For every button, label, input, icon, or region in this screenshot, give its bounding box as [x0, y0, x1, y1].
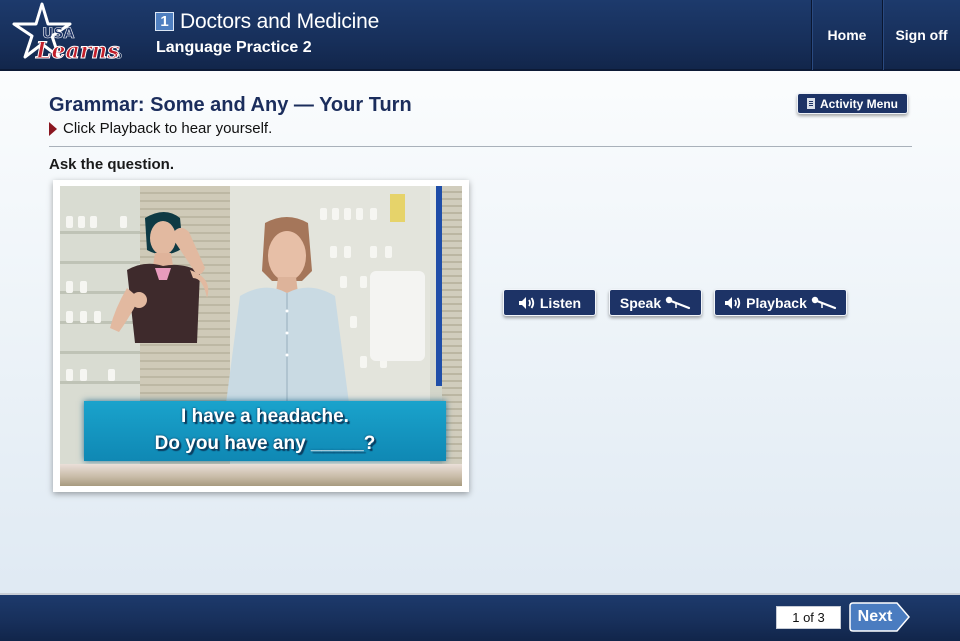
speak-label: Speak	[619, 294, 662, 311]
microphone-icon	[811, 296, 837, 310]
video-player[interactable]: I have a headache. Do you have any _____…	[60, 186, 462, 486]
sign-language-interpreter	[110, 212, 209, 343]
usa-learns-logo[interactable]: USA Learns ®	[12, 2, 132, 66]
home-label: Home	[827, 27, 867, 43]
unit-number-badge: 1	[155, 12, 174, 31]
listen-label: Listen	[539, 294, 582, 311]
play-arrow-icon	[49, 121, 57, 136]
header-bar: USA Learns ® 1 Doctors and Medicine Lang…	[0, 0, 960, 71]
activity-menu-button[interactable]: Activity Menu	[797, 93, 908, 114]
prompt-text: Ask the question.	[49, 156, 175, 173]
home-button[interactable]: Home	[811, 0, 882, 70]
instruction-text: Click Playback to hear yourself.	[63, 120, 273, 137]
pharmacy-counter	[60, 464, 462, 486]
page-indicator: 1 of 3	[776, 606, 841, 629]
divider	[49, 146, 912, 147]
playback-label: Playback	[746, 294, 807, 311]
sign-off-button[interactable]: Sign off	[882, 0, 960, 70]
svg-text:Learns: Learns	[35, 38, 120, 64]
instruction: Click Playback to hear yourself.	[49, 120, 272, 137]
unit-title: Doctors and Medicine	[180, 10, 380, 33]
menu-list-icon	[806, 98, 815, 109]
lesson-title: Language Practice 2	[156, 39, 312, 56]
speak-button[interactable]: Speak	[609, 289, 702, 316]
listen-button[interactable]: Listen	[503, 289, 596, 316]
next-button[interactable]	[849, 602, 911, 632]
caption-line-1: I have a headache.	[181, 406, 349, 427]
activity-menu-label: Activity Menu	[819, 96, 898, 111]
caption-line-2: Do you have any _____?	[154, 433, 376, 454]
svg-text:®: ®	[114, 52, 123, 62]
sign-off-label: Sign off	[895, 27, 948, 43]
page-title: Grammar: Some and Any — Your Turn	[49, 94, 412, 116]
video-frame: I have a headache. Do you have any _____…	[53, 180, 469, 492]
speaker-icon	[724, 296, 742, 310]
speaker-icon	[518, 296, 536, 310]
star-icon: USA Learns ®	[12, 2, 123, 65]
playback-button[interactable]: Playback	[714, 289, 847, 316]
pharmacist	[225, 217, 350, 411]
microphone-icon	[665, 296, 691, 310]
